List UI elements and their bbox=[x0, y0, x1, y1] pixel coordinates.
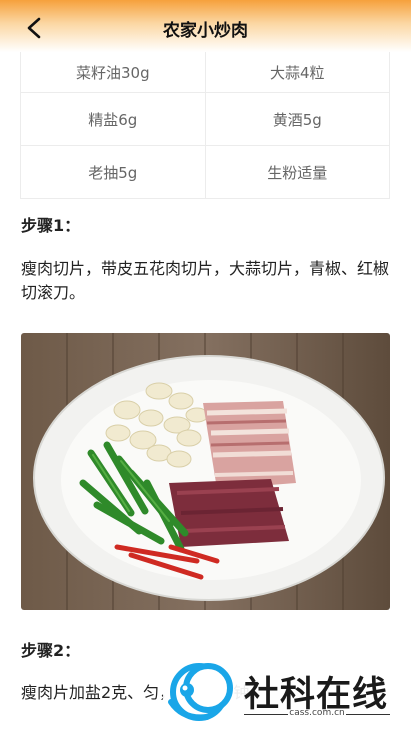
app-header: 农家小炒肉 bbox=[0, 0, 411, 52]
ingredient-row: 菜籽油30g 大蒜4粒 bbox=[20, 52, 391, 93]
ingredient-cell: 黄酒5g bbox=[204, 92, 391, 146]
ingredient-row: 精盐6g 黄酒5g bbox=[20, 92, 391, 146]
ingredient-cell: 生粉适量 bbox=[204, 145, 391, 199]
ingredient-row: 老抽5g 生粉适量 bbox=[20, 145, 391, 199]
step-2-title: 步骤2： bbox=[21, 641, 81, 660]
step-1-text: 瘦肉切片，带皮五花肉切片，大蒜切片，青椒、红椒切滚刀。 bbox=[21, 259, 390, 302]
ingredient-cell: 老抽5g bbox=[20, 145, 206, 199]
step-1-title: 步骤1： bbox=[21, 216, 81, 235]
page-title: 农家小炒肉 bbox=[163, 21, 248, 41]
ingredient-cell: 大蒜4粒 bbox=[204, 52, 391, 93]
ingredient-cell: 菜籽油30g bbox=[20, 52, 206, 93]
step-1-photo bbox=[21, 333, 390, 610]
ingredient-cell: 精盐6g bbox=[20, 92, 206, 146]
watermark-url: cass.com.cn bbox=[289, 708, 345, 718]
ingredients-table: 菜籽油30g 大蒜4粒 精盐6g 黄酒5g 老抽5g 生粉适量 bbox=[20, 52, 391, 199]
